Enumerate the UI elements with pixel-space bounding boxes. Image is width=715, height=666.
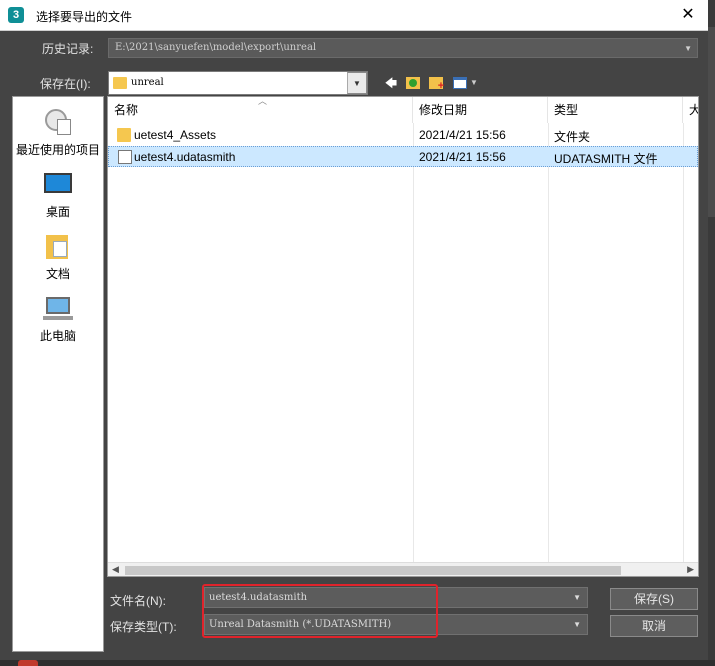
chevron-down-icon[interactable]: ▼ bbox=[573, 620, 581, 629]
close-icon[interactable]: ✕ bbox=[676, 3, 700, 27]
scroll-thumb[interactable] bbox=[125, 566, 621, 575]
recent-items-icon bbox=[43, 109, 73, 137]
view-menu-icon[interactable]: ▼ bbox=[452, 74, 478, 92]
folder-icon bbox=[117, 128, 131, 142]
history-label: 历史记录: bbox=[42, 42, 94, 56]
place-label: 此电脑 bbox=[39, 329, 76, 343]
highlight-annotation bbox=[202, 584, 438, 638]
file-modified: 2021/4/21 15:56 bbox=[419, 128, 506, 142]
background-window-edge bbox=[708, 0, 715, 666]
folder-icon bbox=[113, 77, 127, 89]
place-label: 最近使用的项目 bbox=[15, 143, 100, 157]
column-header-size[interactable]: 大 bbox=[683, 97, 698, 123]
file-name: uetest4.udatasmith bbox=[134, 150, 236, 164]
app-icon: 3 bbox=[8, 7, 24, 23]
chevron-down-icon[interactable]: ▼ bbox=[347, 72, 367, 94]
file-type: 文件夹 bbox=[554, 130, 591, 144]
desktop-icon bbox=[43, 171, 73, 199]
filetype-label: 保存类型(T): bbox=[110, 620, 177, 634]
save-button[interactable]: 保存(S) bbox=[610, 588, 698, 610]
sort-up-icon: ︿ bbox=[258, 96, 268, 106]
file-type: UDATASMITH 文件 bbox=[554, 152, 658, 166]
place-label: 文档 bbox=[45, 267, 70, 281]
filename-label: 文件名(N): bbox=[110, 594, 166, 608]
back-arrow-icon[interactable]: 🡄 bbox=[384, 74, 398, 92]
save-in-value: unreal bbox=[131, 77, 164, 88]
save-in-label: 保存在(I): bbox=[40, 77, 91, 91]
places-bar: 最近使用的项目 桌面 文档 此电脑 bbox=[12, 96, 104, 652]
scroll-left-icon[interactable]: ◀ bbox=[112, 564, 119, 575]
documents-icon bbox=[43, 233, 73, 261]
file-list[interactable]: 名称 ︿ 修改日期 类型 大 uetest4_Assets 2021/4/21 … bbox=[107, 96, 699, 577]
file-icon bbox=[118, 150, 132, 164]
background-taskbar-edge bbox=[0, 660, 715, 666]
this-pc-icon bbox=[43, 295, 73, 323]
file-name: uetest4_Assets bbox=[134, 128, 217, 142]
new-folder-icon[interactable]: + bbox=[428, 74, 446, 92]
list-item[interactable]: uetest4_Assets 2021/4/21 15:56 文件夹 bbox=[108, 125, 698, 146]
chevron-down-icon[interactable]: ▼ bbox=[573, 593, 581, 602]
title-bar: 3 选择要导出的文件 ✕ bbox=[0, 0, 708, 31]
up-folder-icon[interactable] bbox=[405, 74, 421, 92]
column-header-name[interactable]: 名称 ︿ bbox=[108, 97, 413, 123]
save-in-combo[interactable]: unreal ▼ bbox=[108, 71, 368, 95]
place-label: 桌面 bbox=[45, 205, 70, 219]
history-combo[interactable]: E:\2021\sanyuefen\model\export\unreal ▼ bbox=[108, 38, 698, 58]
horizontal-scrollbar[interactable]: ◀ ▶ bbox=[108, 562, 698, 576]
column-header-type[interactable]: 类型 bbox=[548, 97, 683, 123]
chevron-down-icon: ▼ bbox=[684, 44, 692, 53]
list-item-selected[interactable]: uetest4.udatasmith 2021/4/21 15:56 UDATA… bbox=[108, 146, 698, 167]
scroll-right-icon[interactable]: ▶ bbox=[687, 564, 694, 575]
window-title: 选择要导出的文件 bbox=[36, 10, 133, 24]
history-value: E:\2021\sanyuefen\model\export\unreal bbox=[115, 42, 317, 53]
cancel-button[interactable]: 取消 bbox=[610, 615, 698, 637]
place-recent-items[interactable]: 最近使用的项目 bbox=[13, 103, 103, 159]
file-modified: 2021/4/21 15:56 bbox=[419, 150, 506, 164]
place-this-pc[interactable]: 此电脑 bbox=[13, 289, 103, 345]
column-header-modified[interactable]: 修改日期 bbox=[413, 97, 548, 123]
place-documents[interactable]: 文档 bbox=[13, 227, 103, 283]
place-desktop[interactable]: 桌面 bbox=[13, 165, 103, 221]
taskbar-mark bbox=[18, 660, 38, 666]
